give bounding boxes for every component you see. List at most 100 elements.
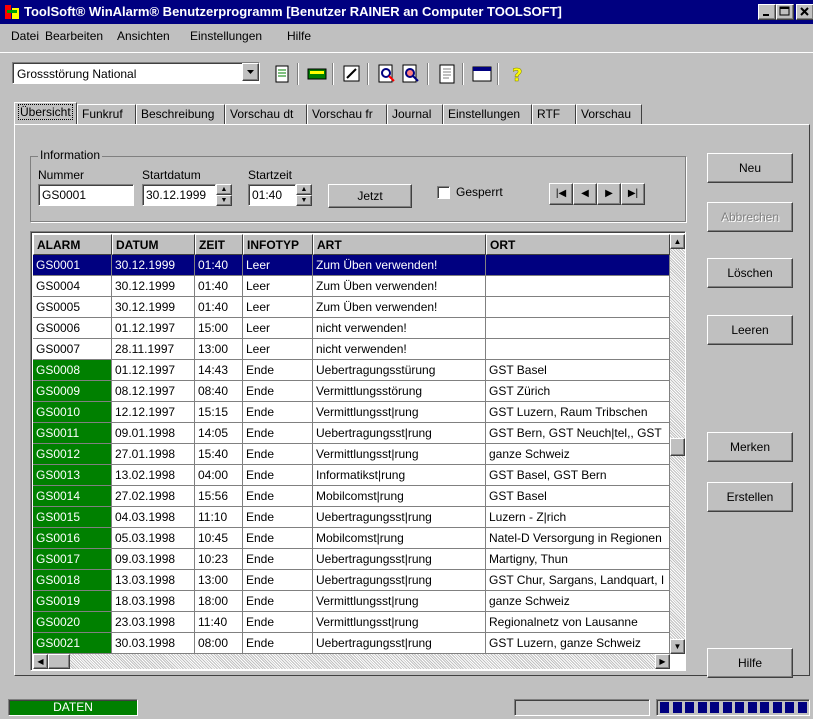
app-icon[interactable] xyxy=(4,4,20,20)
vertical-scrollbar[interactable]: ▲ ▼ xyxy=(670,234,685,654)
menu-bearbeiten[interactable]: Bearbeiten xyxy=(45,29,103,43)
dataset-select[interactable]: Grossstörung National xyxy=(12,62,260,84)
table-row[interactable]: GS0021 30.03.1998 08:00 Ende Uebertragungsst… xyxy=(33,633,670,654)
prev-record-button[interactable]: ◀ xyxy=(573,183,597,205)
tab-journal[interactable]: Journal xyxy=(387,104,443,124)
edit-button[interactable] xyxy=(341,63,363,85)
hscroll-thumb[interactable] xyxy=(48,654,70,669)
search-doc-button[interactable] xyxy=(376,63,398,85)
table-row[interactable]: GS0017 09.03.1998 10:23 Ende Uebertragungsst… xyxy=(33,549,670,570)
gesperrt-checkbox[interactable] xyxy=(437,186,450,199)
cell-infotyp: Leer xyxy=(243,297,313,318)
menu-hilfe[interactable]: Hilfe xyxy=(287,29,311,43)
cell-alarm: GS0021 xyxy=(33,633,112,654)
first-record-button[interactable]: |◀ xyxy=(549,183,573,205)
column-header-infotyp[interactable]: INFOTYP xyxy=(243,234,313,255)
leeren-button[interactable]: Leeren xyxy=(707,315,793,345)
cell-alarm: GS0013 xyxy=(33,465,112,486)
startzeit-field[interactable]: 01:40 xyxy=(248,184,296,206)
table-row[interactable]: GS0012 27.01.1998 15:40 Ende Vermittlungsst|… xyxy=(33,444,670,465)
progress-block xyxy=(722,702,732,713)
cell-datum: 08.12.1997 xyxy=(112,381,195,402)
menu-einstellungen[interactable]: Einstellungen xyxy=(190,29,262,43)
column-header-zeit[interactable]: ZEIT xyxy=(195,234,243,255)
dropdown-arrow-button[interactable] xyxy=(242,63,259,81)
table-row[interactable]: GS0015 04.03.1998 11:10 Ende Uebertragungsst… xyxy=(33,507,670,528)
tab-vorschau[interactable]: Vorschau xyxy=(576,104,642,124)
spin-down-icon[interactable]: ▼ xyxy=(216,195,232,206)
spin-up-icon[interactable]: ▲ xyxy=(216,184,232,195)
table-row[interactable]: GS0006 01.12.1997 15:00 Leer nicht verwenden… xyxy=(33,318,670,339)
search-page-button[interactable] xyxy=(400,63,422,85)
table-row[interactable]: GS0016 05.03.1998 10:45 Ende Mobilcomst|rung… xyxy=(33,528,670,549)
merken-button[interactable]: Merken xyxy=(707,432,793,462)
table-row[interactable]: GS0010 12.12.1997 15:15 Ende Vermittlungsst|… xyxy=(33,402,670,423)
cell-alarm: GS0020 xyxy=(33,612,112,633)
startdatum-spinner[interactable]: ▲ ▼ xyxy=(216,184,232,206)
cell-zeit: 11:10 xyxy=(195,507,243,528)
tab-vorschau-fr[interactable]: Vorschau fr xyxy=(307,104,387,124)
cell-datum: 05.03.1998 xyxy=(112,528,195,549)
document-button[interactable] xyxy=(436,63,458,85)
next-record-button[interactable]: ▶ xyxy=(597,183,621,205)
cell-infotyp: Ende xyxy=(243,612,313,633)
toolbar-separator xyxy=(462,63,464,85)
column-header-datum[interactable]: DATUM xyxy=(112,234,195,255)
jetzt-button[interactable]: Jetzt xyxy=(328,184,412,208)
horizontal-scrollbar[interactable]: ◀ ▶ xyxy=(33,654,670,669)
tab-rtf[interactable]: RTF xyxy=(532,104,576,124)
tab-einstellungen[interactable]: Einstellungen xyxy=(443,104,532,124)
hilfe-button[interactable]: Hilfe xyxy=(707,648,793,678)
cell-alarm: GS0012 xyxy=(33,444,112,465)
minimize-button[interactable] xyxy=(758,4,776,20)
tab-uebersicht[interactable]: Übersicht xyxy=(14,102,77,124)
progress-block xyxy=(760,702,769,713)
help-button-toolbar[interactable]: ? xyxy=(506,63,528,87)
scroll-down-icon[interactable]: ▼ xyxy=(670,639,685,654)
loeschen-button[interactable]: Löschen xyxy=(707,258,793,288)
maximize-button[interactable] xyxy=(776,4,794,20)
column-header-art[interactable]: ART xyxy=(313,234,486,255)
table-row[interactable]: GS0020 23.03.1998 11:40 Ende Vermittlungsst|… xyxy=(33,612,670,633)
tab-beschreibung[interactable]: Beschreibung xyxy=(136,104,225,124)
cell-alarm: GS0010 xyxy=(33,402,112,423)
startdatum-field[interactable]: 30.12.1999 xyxy=(142,184,216,206)
status-database: DATEN xyxy=(8,699,138,716)
cell-ort: Martigny, Thun xyxy=(486,549,670,570)
table-row[interactable]: GS0008 01.12.1997 14:43 Ende Uebertragungsst… xyxy=(33,360,670,381)
erstellen-button[interactable]: Erstellen xyxy=(707,482,793,512)
window-button[interactable] xyxy=(471,63,493,85)
table-row[interactable]: GS0009 08.12.1997 08:40 Ende Vermittlungsstö… xyxy=(33,381,670,402)
tab-funkruf[interactable]: Funkruf xyxy=(77,104,136,124)
table-row[interactable]: GS0011 09.01.1998 14:05 Ende Uebertragungsst… xyxy=(33,423,670,444)
table-row[interactable]: GS0005 30.12.1999 01:40 Leer Zum Üben verwen… xyxy=(33,297,670,318)
alarm-table[interactable]: ALARM DATUM ZEIT INFOTYP ART ORT GS0001 30.12.1… xyxy=(30,231,686,671)
last-record-button[interactable]: ▶| xyxy=(621,183,645,205)
close-button[interactable] xyxy=(796,4,813,20)
menu-datei[interactable]: Datei xyxy=(11,29,39,43)
tab-vorschau-dt[interactable]: Vorschau dt xyxy=(225,104,307,124)
menu-ansichten[interactable]: Ansichten xyxy=(117,29,170,43)
abbrechen-button[interactable]: Abbrechen xyxy=(707,202,793,232)
spin-down-icon[interactable]: ▼ xyxy=(296,195,312,206)
scroll-up-icon[interactable]: ▲ xyxy=(670,234,685,249)
spin-up-icon[interactable]: ▲ xyxy=(296,184,312,195)
scroll-left-icon[interactable]: ◀ xyxy=(33,654,48,669)
table-row[interactable]: GS0014 27.02.1998 15:56 Ende Mobilcomst|rung… xyxy=(33,486,670,507)
scroll-right-icon[interactable]: ▶ xyxy=(655,654,670,669)
neu-button[interactable]: Neu xyxy=(707,153,793,183)
keyboard-button[interactable] xyxy=(306,63,328,85)
table-row[interactable]: GS0007 28.11.1997 13:00 Leer nicht verwenden… xyxy=(33,339,670,360)
scroll-thumb[interactable] xyxy=(670,438,685,456)
column-header-ort[interactable]: ORT xyxy=(486,234,670,255)
table-row[interactable]: GS0018 13.03.1998 13:00 Ende Uebertragungsst… xyxy=(33,570,670,591)
nummer-field[interactable]: GS0001 xyxy=(38,184,134,206)
table-row[interactable]: GS0013 13.02.1998 04:00 Ende Informatikst|ru… xyxy=(33,465,670,486)
table-row[interactable]: GS0001 30.12.1999 01:40 Leer Zum Üben verwen… xyxy=(33,255,670,276)
status-bar: DATEN xyxy=(0,696,813,719)
list-button[interactable] xyxy=(271,63,293,85)
startzeit-spinner[interactable]: ▲ ▼ xyxy=(296,184,312,206)
table-row[interactable]: GS0019 18.03.1998 18:00 Ende Vermittlungsst|… xyxy=(33,591,670,612)
column-header-alarm[interactable]: ALARM xyxy=(33,234,112,255)
table-row[interactable]: GS0004 30.12.1999 01:40 Leer Zum Üben verwen… xyxy=(33,276,670,297)
